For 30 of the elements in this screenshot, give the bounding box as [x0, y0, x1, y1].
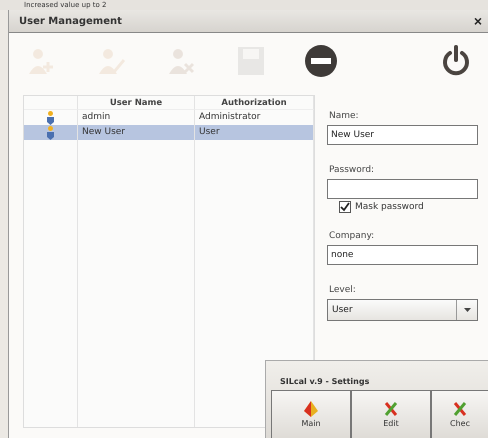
field-label: Company:: [329, 231, 376, 241]
column-header: User Name: [78, 96, 195, 110]
flame-icon: [304, 401, 318, 417]
close-button[interactable]: ×: [474, 13, 482, 29]
power-icon: [441, 45, 471, 77]
input-field[interactable]: New User: [327, 125, 478, 145]
dropdown-arrow-icon: [464, 308, 470, 312]
field-label: Password:: [329, 165, 376, 175]
add-user-icon: [26, 46, 56, 76]
field-label: Level:: [329, 285, 357, 295]
field-label: Name:: [329, 111, 360, 121]
table-cell[interactable]: User: [195, 125, 314, 140]
tab-button[interactable]: Chec: [431, 390, 488, 438]
checkbox-label: Mask password: [355, 202, 424, 212]
tools-icon: [453, 401, 467, 417]
level-dropdown[interactable]: User: [327, 299, 478, 321]
table-cell[interactable]: New User: [78, 125, 195, 140]
table-cell[interactable]: [24, 125, 78, 140]
delete-user-icon: [166, 46, 196, 76]
tab-button[interactable]: Main: [271, 390, 351, 438]
no-entry-icon: [304, 44, 338, 78]
input-field[interactable]: [327, 179, 478, 199]
window-title: SILcal v.9 - Settings: [280, 377, 370, 386]
window-title: User Management: [19, 16, 122, 26]
tools-icon: [384, 401, 398, 417]
column-header: Authorization: [195, 96, 314, 110]
checkbox[interactable]: [339, 201, 351, 213]
tab-button[interactable]: Edit: [351, 390, 431, 438]
edit-user-icon: [96, 46, 126, 76]
input-field[interactable]: none: [327, 245, 478, 265]
